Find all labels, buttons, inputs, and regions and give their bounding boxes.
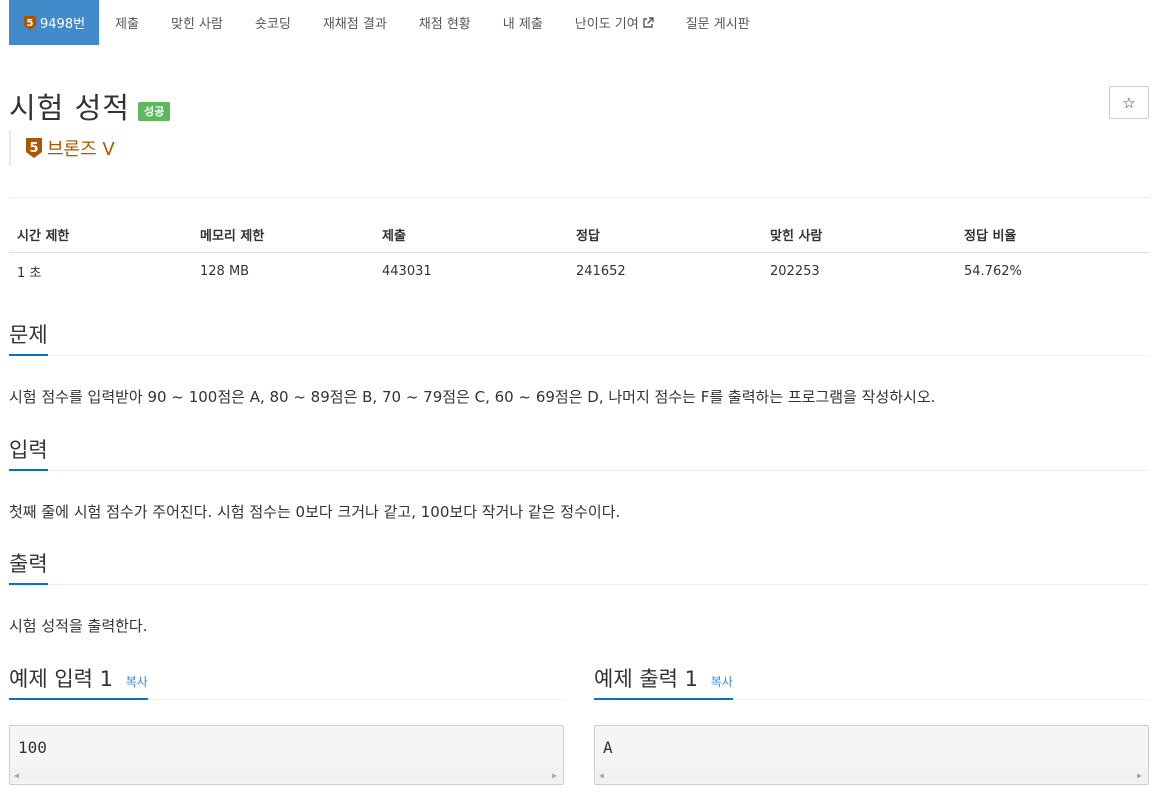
tab-difficulty-contribution[interactable]: 난이도 기여 bbox=[559, 0, 670, 45]
input-text: 첫째 줄에 시험 점수가 주어진다. 시험 점수는 0보다 크거나 같고, 10… bbox=[9, 503, 621, 521]
status-badge: 성공 bbox=[137, 101, 171, 121]
output-title: 출력 bbox=[9, 549, 48, 585]
header-accept-ratio: 정답 비율 bbox=[964, 229, 1017, 244]
sample-output-box[interactable]: A ◀ ▶ bbox=[594, 725, 1149, 785]
scroll-right-icon[interactable]: ▶ bbox=[1137, 771, 1142, 780]
copy-sample-input-button[interactable]: 복사 bbox=[126, 675, 148, 689]
header-memory-limit: 메모리 제한 bbox=[200, 229, 265, 244]
sample-output-value: A bbox=[603, 738, 613, 757]
favorite-star-button[interactable]: ☆ bbox=[1109, 86, 1149, 119]
tab-rejudge-results[interactable]: 재채점 결과 bbox=[307, 0, 403, 45]
svg-text:5: 5 bbox=[27, 18, 34, 29]
header-accepted: 정답 bbox=[576, 229, 600, 244]
sample-input-title-wrap: 예제 입력 1 복사 bbox=[9, 664, 148, 700]
sample-output-title: 예제 출력 1 bbox=[594, 667, 698, 691]
tab-difficulty-contribution-label: 난이도 기여 bbox=[574, 17, 639, 32]
bronze-tier-icon: 5 bbox=[24, 15, 36, 30]
tab-short-coding[interactable]: 숏코딩 bbox=[239, 0, 307, 45]
problem-title: 시험 성적 bbox=[9, 91, 130, 125]
scroll-left-icon[interactable]: ◀ bbox=[14, 771, 19, 780]
scroll-left-icon[interactable]: ◀ bbox=[599, 771, 604, 780]
description-title: 문제 bbox=[9, 320, 48, 356]
tier-display: 5 브론즈 V bbox=[9, 130, 115, 166]
output-text: 시험 성적을 출력한다. bbox=[9, 617, 148, 635]
tab-my-submissions[interactable]: 내 제출 bbox=[487, 0, 559, 45]
tab-solved-users-label: 맞힌 사람 bbox=[170, 17, 223, 32]
solved-users-value: 202253 bbox=[770, 263, 820, 279]
tab-qna-board-label: 질문 게시판 bbox=[685, 17, 750, 32]
external-link-icon bbox=[643, 16, 654, 28]
svg-text:5: 5 bbox=[29, 141, 38, 156]
tab-submit[interactable]: 제출 bbox=[99, 0, 155, 45]
tab-problem-label: 9498번 bbox=[40, 17, 86, 32]
tier-label: 브론즈 V bbox=[47, 139, 115, 160]
info-table-header: 시간 제한 메모리 제한 제출 정답 맞힌 사람 정답 비율 bbox=[9, 217, 1149, 253]
memory-limit-value: 128 MB bbox=[200, 263, 250, 279]
problem-nav: 5 9498번 제출 맞힌 사람 숏코딩 재채점 결과 채점 현황 내 제출 난… bbox=[9, 0, 766, 45]
tab-my-submissions-label: 내 제출 bbox=[502, 17, 543, 32]
copy-sample-output-button[interactable]: 복사 bbox=[711, 675, 733, 689]
output-section-header: 출력 bbox=[9, 549, 1149, 585]
tab-judge-status-label: 채점 현황 bbox=[418, 17, 471, 32]
sample-input-title: 예제 입력 1 bbox=[9, 667, 113, 691]
header-time-limit: 시간 제한 bbox=[17, 229, 70, 244]
input-title: 입력 bbox=[9, 435, 48, 471]
horizontal-scrollbar[interactable]: ◀ ▶ bbox=[596, 768, 1147, 783]
problem-title-row: 시험 성적 성공 bbox=[9, 85, 171, 127]
info-table-row: 1 초 128 MB 443031 241652 202253 54.762% bbox=[9, 253, 1149, 289]
sample-input-value: 100 bbox=[18, 738, 47, 757]
star-icon: ☆ bbox=[1122, 93, 1136, 112]
accepted-value: 241652 bbox=[576, 263, 626, 279]
divider bbox=[9, 197, 1149, 198]
problem-info-table: 시간 제한 메모리 제한 제출 정답 맞힌 사람 정답 비율 1 초 128 M… bbox=[9, 217, 1149, 289]
tab-problem[interactable]: 5 9498번 bbox=[9, 0, 100, 45]
input-section-header: 입력 bbox=[9, 435, 1149, 471]
tab-qna-board[interactable]: 질문 게시판 bbox=[670, 0, 766, 45]
sample-input-box[interactable]: 100 ◀ ▶ bbox=[9, 725, 564, 785]
sample-input-header: 예제 입력 1 복사 bbox=[9, 664, 565, 700]
tab-rejudge-results-label: 재채점 결과 bbox=[322, 17, 387, 32]
header-solved-users: 맞힌 사람 bbox=[770, 229, 823, 244]
time-limit-value: 1 초 bbox=[17, 265, 42, 281]
sample-output-title-wrap: 예제 출력 1 복사 bbox=[594, 664, 733, 700]
submissions-value: 443031 bbox=[382, 263, 432, 279]
accept-ratio-value: 54.762% bbox=[964, 263, 1022, 279]
scroll-right-icon[interactable]: ▶ bbox=[552, 771, 557, 780]
horizontal-scrollbar[interactable]: ◀ ▶ bbox=[11, 768, 562, 783]
header-submissions: 제출 bbox=[382, 229, 406, 244]
tab-short-coding-label: 숏코딩 bbox=[254, 17, 291, 32]
bronze-tier-icon: 5 bbox=[26, 138, 42, 158]
tab-solved-users[interactable]: 맞힌 사람 bbox=[155, 0, 239, 45]
tab-judge-status[interactable]: 채점 현황 bbox=[403, 0, 487, 45]
description-text: 시험 점수를 입력받아 90 ~ 100점은 A, 80 ~ 89점은 B, 7… bbox=[9, 388, 936, 406]
description-section-header: 문제 bbox=[9, 320, 1149, 356]
sample-output-header: 예제 출력 1 복사 bbox=[594, 664, 1149, 700]
tab-submit-label: 제출 bbox=[115, 17, 139, 32]
